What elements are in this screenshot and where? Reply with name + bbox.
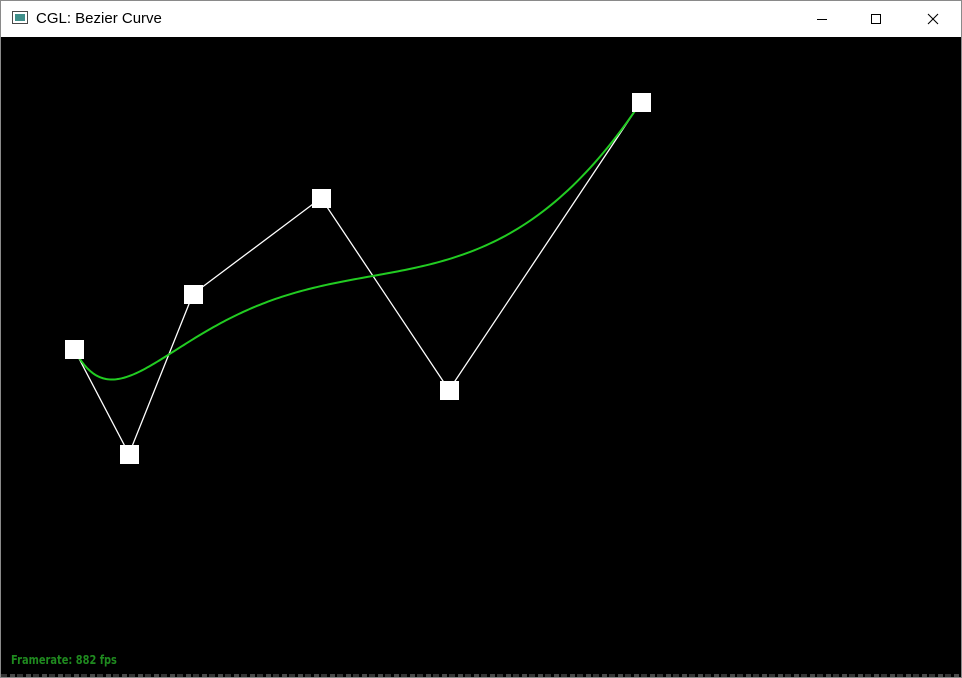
bezier-curve [73, 101, 642, 381]
framerate-readout: Framerate: 882 fps [11, 653, 117, 667]
minimize-button[interactable] [793, 1, 851, 37]
control-point[interactable] [440, 381, 459, 400]
close-icon [927, 13, 939, 25]
app-window-icon [12, 11, 28, 24]
control-point[interactable] [120, 445, 139, 464]
bezier-scene [65, 93, 651, 464]
control-point[interactable] [632, 93, 651, 112]
title-bar[interactable]: CGL: Bezier Curve [1, 1, 961, 37]
minimize-icon [817, 19, 827, 20]
bottom-edge-artifact [1, 674, 961, 677]
window-title: CGL: Bezier Curve [36, 10, 162, 27]
control-point[interactable] [65, 340, 84, 359]
framerate-label: Framerate: [11, 653, 73, 667]
maximize-button[interactable] [847, 1, 905, 37]
close-button[interactable] [904, 1, 962, 37]
framerate-value: 882 fps [75, 653, 117, 667]
control-point[interactable] [312, 189, 331, 208]
control-point[interactable] [184, 285, 203, 304]
maximize-icon [871, 14, 881, 24]
app-window: CGL: Bezier Curve Framerate: 882 fps [0, 0, 962, 678]
render-canvas[interactable]: Framerate: 882 fps [1, 37, 961, 677]
